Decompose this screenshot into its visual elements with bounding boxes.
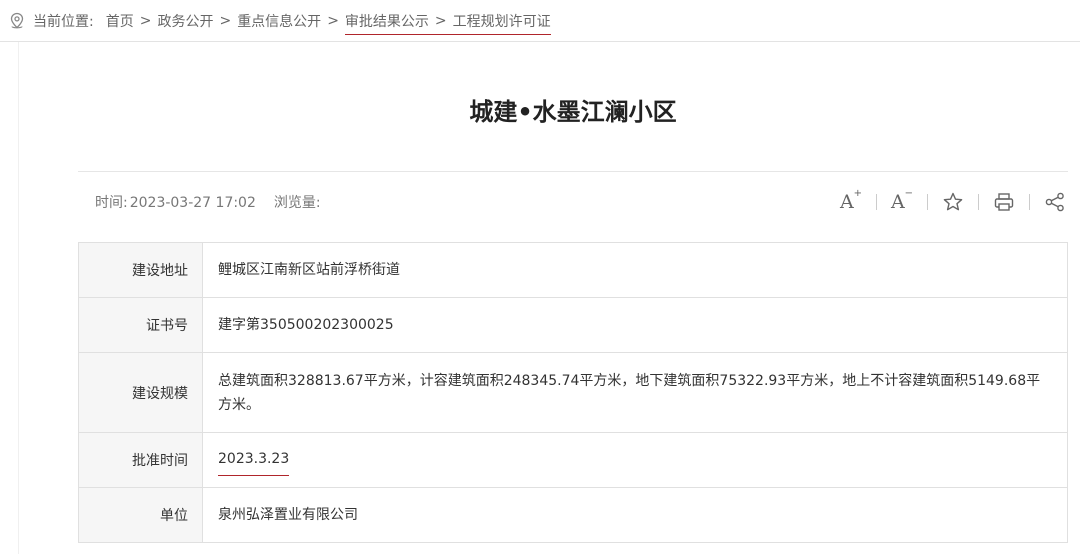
location-pin-icon <box>8 12 26 30</box>
row-label: 批准时间 <box>78 432 203 488</box>
breadcrumb-item-planning-permit[interactable]: 工程规划许可证 <box>453 11 551 31</box>
article-meta: 时间: 2023-03-27 17:02 浏览量: <box>95 192 335 212</box>
row-value: 鲤城区江南新区站前浮桥街道 <box>202 242 1068 298</box>
row-value: 2023.3.23 <box>202 432 1068 488</box>
article-tools: A + A − <box>838 189 1068 214</box>
page: 当前位置: 首页 > 政务公开 > 重点信息公开 > 审批结果公示 > 工程规划… <box>0 0 1080 554</box>
row-label: 单位 <box>78 487 203 543</box>
share-icon[interactable] <box>1042 190 1068 214</box>
time-label: 时间: <box>95 195 128 211</box>
row-label: 建设规模 <box>78 352 203 433</box>
approval-date: 2023.3.23 <box>218 447 290 476</box>
row-label: 建设地址 <box>78 242 203 298</box>
table-row: 批准时间 2023.3.23 <box>78 432 1068 488</box>
breadcrumb-item-approval-results[interactable]: 审批结果公示 <box>345 11 429 31</box>
table-row: 证书号 建字第350500202300025 <box>78 297 1068 353</box>
row-label: 证书号 <box>78 297 203 353</box>
star-icon[interactable] <box>940 190 966 214</box>
tool-divider <box>927 194 928 210</box>
row-value: 泉州弘泽置业有限公司 <box>202 487 1068 543</box>
row-value: 总建筑面积328813.67平方米，计容建筑面积248345.74平方米，地下建… <box>202 352 1068 433</box>
breadcrumb-separator: > <box>327 12 339 29</box>
breadcrumb-separator: > <box>139 12 152 29</box>
breadcrumb-current-group: 审批结果公示 > 工程规划许可证 <box>344 0 551 42</box>
breadcrumb-separator: > <box>219 12 232 29</box>
tool-divider <box>1029 194 1030 210</box>
tool-divider <box>876 194 877 210</box>
breadcrumb-label: 当前位置: <box>33 13 94 30</box>
views-label: 浏览量: <box>273 195 321 211</box>
article-title: 城建•水墨江澜小区 <box>469 98 677 126</box>
permit-info-table: 建设地址 鲤城区江南新区站前浮桥街道 证书号 建字第35050020230002… <box>78 242 1068 543</box>
breadcrumb: 当前位置: 首页 > 政务公开 > 重点信息公开 > 审批结果公示 > 工程规划… <box>0 0 1080 42</box>
font-increase-icon[interactable]: A + <box>838 189 864 214</box>
table-row: 单位 泉州弘泽置业有限公司 <box>78 487 1068 543</box>
breadcrumb-separator: > <box>434 12 447 29</box>
title-divider <box>78 171 1068 172</box>
tool-divider <box>978 194 979 210</box>
breadcrumb-item-key-info[interactable]: 重点信息公开 <box>237 11 321 31</box>
time-value: 2023-03-27 17:02 <box>129 195 256 211</box>
font-decrease-icon[interactable]: A − <box>889 189 915 214</box>
breadcrumb-item-home[interactable]: 首页 <box>106 11 134 31</box>
table-row: 建设地址 鲤城区江南新区站前浮桥街道 <box>78 242 1068 298</box>
table-row: 建设规模 总建筑面积328813.67平方米，计容建筑面积248345.74平方… <box>78 352 1068 433</box>
print-icon[interactable] <box>991 190 1017 214</box>
row-value: 建字第350500202300025 <box>202 297 1068 353</box>
breadcrumb-item-government-affairs[interactable]: 政务公开 <box>157 11 213 31</box>
